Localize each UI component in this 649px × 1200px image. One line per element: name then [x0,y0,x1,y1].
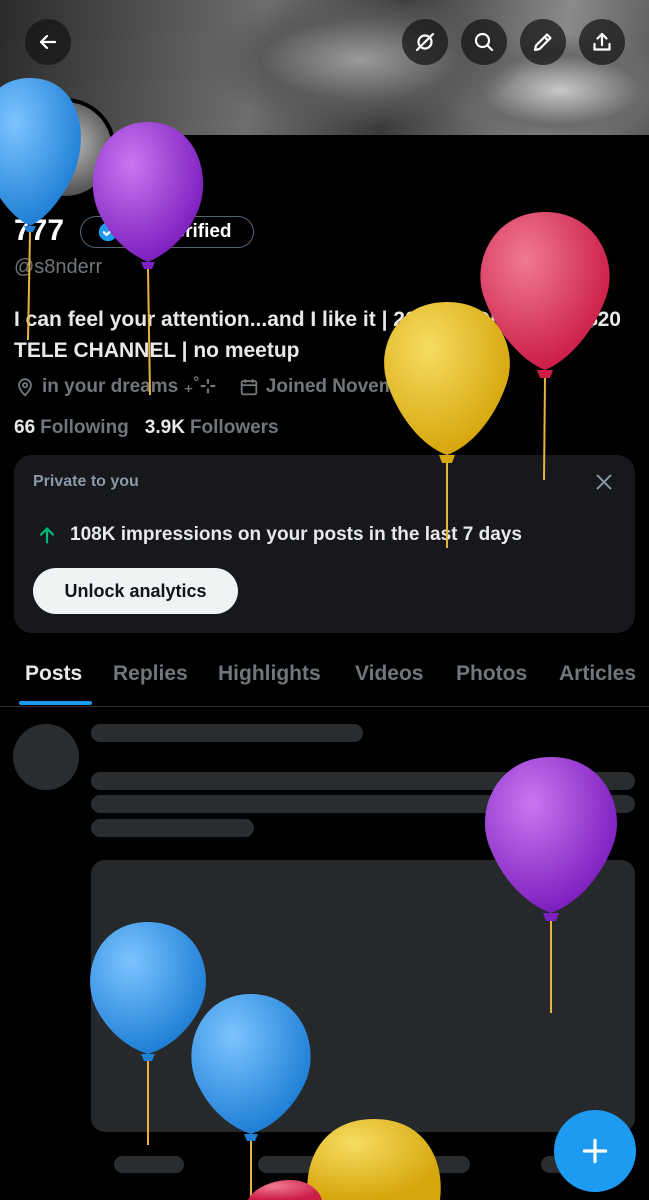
tab-articles[interactable]: Articles [559,662,636,686]
unlock-analytics-button[interactable]: Unlock analytics [33,568,238,614]
joined-text: Joined November 2024 [265,375,473,397]
share-icon [593,32,611,51]
skeleton-avatar [13,724,79,790]
get-verified-label: Get verified [127,221,232,242]
skeleton-media [91,860,635,1132]
skeleton-line [91,724,363,742]
followers-label: Followers [189,417,279,438]
handle: @s8nderr [14,256,103,278]
get-verified-button[interactable]: Get verified [80,216,254,248]
profile-tabs: Posts Replies Highlights Videos Photos A… [0,652,649,707]
display-name: 777 [14,214,65,247]
search-button[interactable] [461,19,507,65]
balloon-red [248,1180,322,1200]
compose-button[interactable] [554,1110,636,1192]
share-button[interactable] [579,19,625,65]
edit-button[interactable] [520,19,566,65]
pencil-icon [533,33,552,52]
chevron-right-icon: › [482,375,490,397]
following-count: 66 [14,417,36,438]
private-analytics-card: Private to you 108K impressions on your … [14,455,635,633]
location-text: in your dreams ₊˚⊹ [42,376,216,397]
skeleton-action [114,1156,184,1173]
followers-link[interactable]: 3.9K Followers [145,417,279,439]
tab-videos[interactable]: Videos [355,662,423,686]
profile-meta: in your dreams ₊˚⊹ Joined November 2024 … [14,375,489,398]
tab-highlights[interactable]: Highlights [218,662,321,686]
tab-posts[interactable]: Posts [25,662,82,686]
joined-date[interactable]: Joined November 2024 › [238,376,489,398]
impressions-text: 108K impressions on your posts in the la… [70,524,522,545]
following-link[interactable]: 66 Following [14,417,129,439]
calendar-icon [240,378,258,395]
tab-replies[interactable]: Replies [113,662,188,686]
no-signal-icon [415,32,435,52]
location: in your dreams ₊˚⊹ [14,375,216,398]
skeleton-line [91,772,635,790]
skeleton-line [91,795,635,813]
private-heading: Private to you [33,473,139,490]
arrow-up-icon [39,527,55,544]
search-icon [474,32,494,52]
tab-photos[interactable]: Photos [456,662,527,686]
skeleton-line [91,819,254,837]
fleet-button[interactable] [402,19,448,65]
following-label: Following [40,417,129,438]
impressions-row: 108K impressions on your posts in the la… [36,524,522,546]
plus-icon [582,1138,608,1164]
verified-badge-icon [98,222,118,242]
followers-count: 3.9K [144,417,185,438]
skeleton-action [258,1156,328,1173]
location-pin-icon [18,377,32,396]
active-tab-indicator [19,701,92,705]
avatar[interactable] [14,98,116,200]
bio: I can feel your attention...and I like i… [14,308,621,362]
skeleton-action [400,1156,470,1173]
follow-stats: 66 Following 3.9K Followers [14,417,279,439]
back-button[interactable] [25,19,71,65]
arrow-left-icon [39,34,57,50]
close-icon[interactable] [593,471,615,493]
